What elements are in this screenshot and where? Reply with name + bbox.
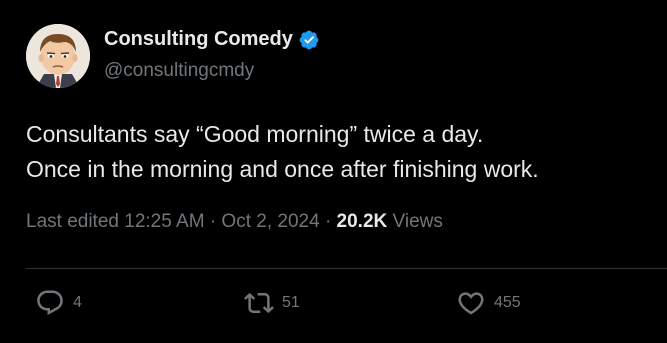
repost-count: 51 <box>282 294 300 311</box>
verified-badge-icon[interactable] <box>298 29 320 51</box>
tweet-meta: Last edited 12:25 AM · Oct 2, 2024 · 20.… <box>26 211 443 233</box>
repost-button[interactable]: 51 <box>244 288 300 318</box>
views-count: 20.2K <box>336 211 388 232</box>
reply-count: 4 <box>73 294 82 311</box>
tweet-text-line: Once in the morning and once after finis… <box>26 156 539 182</box>
author-handle[interactable]: @consultingcmdy <box>104 60 254 82</box>
author-name-row: Consulting Comedy <box>104 28 320 51</box>
repost-icon <box>244 288 274 318</box>
post-date[interactable]: Oct 2, 2024 <box>221 211 319 232</box>
reply-button[interactable]: 4 <box>35 288 82 318</box>
meta-separator: · <box>324 211 332 232</box>
like-count: 455 <box>494 294 521 311</box>
post-time[interactable]: 12:25 AM <box>124 211 204 232</box>
heart-icon <box>456 288 486 318</box>
tweet: Consulting Comedy @consultingcmdy Consul… <box>0 0 667 343</box>
like-button[interactable]: 455 <box>456 288 521 318</box>
avatar[interactable] <box>26 24 90 88</box>
reply-icon <box>35 288 65 318</box>
divider <box>26 268 667 269</box>
avatar-cartoon-face-icon <box>26 24 90 88</box>
author-display-name[interactable]: Consulting Comedy <box>104 28 293 51</box>
edited-label[interactable]: Last edited <box>26 211 119 232</box>
tweet-text: Consultants say “Good morning” twice a d… <box>26 117 656 187</box>
views-label: Views <box>392 211 443 232</box>
meta-separator: · <box>209 211 217 232</box>
tweet-text-line: Consultants say “Good morning” twice a d… <box>26 121 484 147</box>
